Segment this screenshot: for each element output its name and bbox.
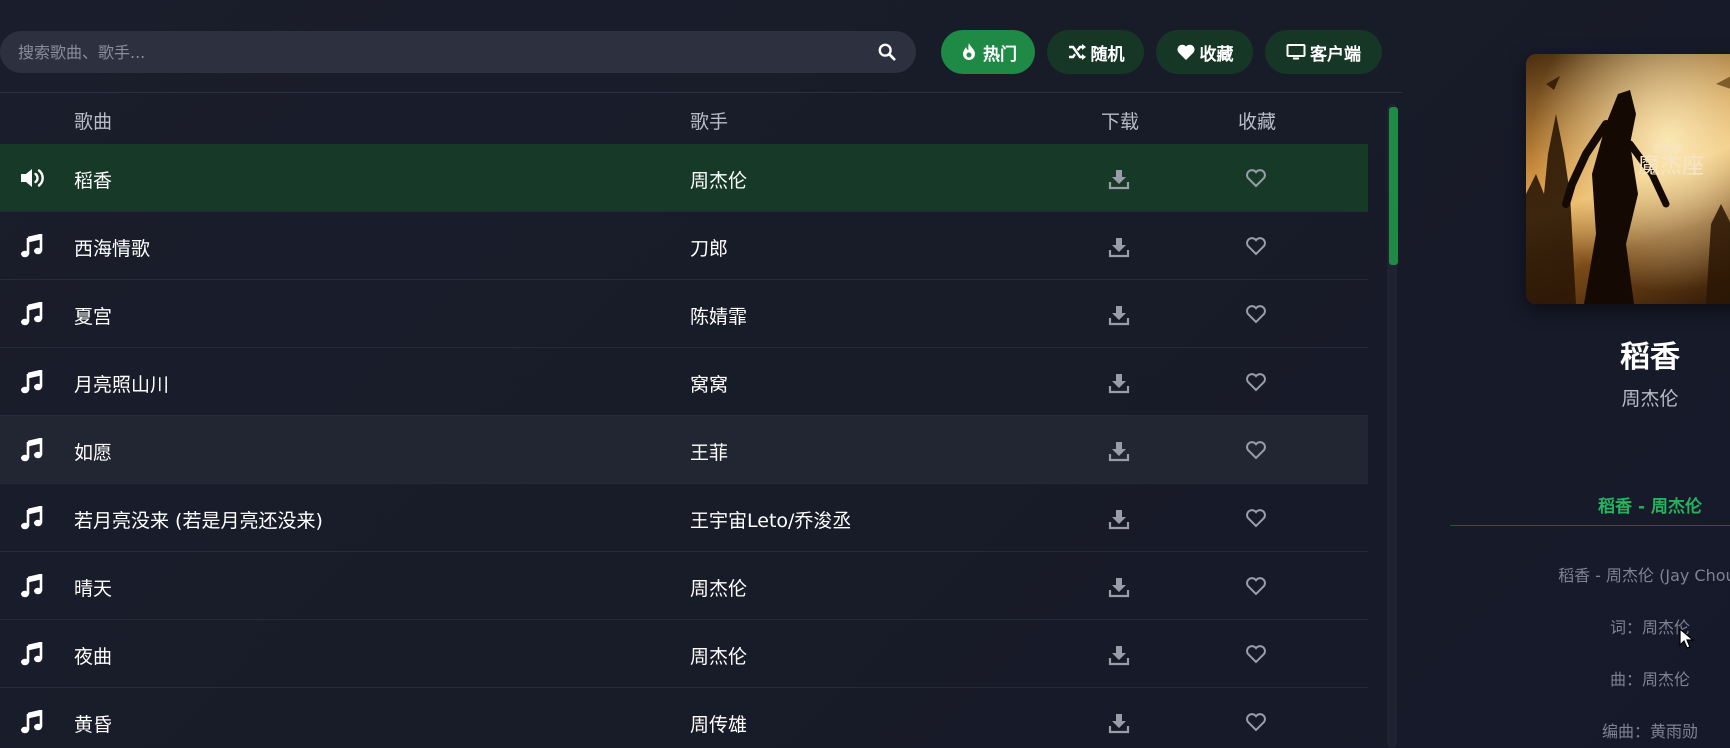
lyrics-heading: 稻香 - 周杰伦 bbox=[1598, 497, 1702, 517]
heart-outline-icon[interactable] bbox=[1245, 508, 1267, 528]
music-app: 热门 随机 收藏 客户端 bbox=[0, 0, 1730, 748]
heart-outline-icon[interactable] bbox=[1245, 236, 1267, 256]
column-header-song: 歌曲 bbox=[74, 111, 113, 133]
top-bar: 热门 随机 收藏 客户端 bbox=[0, 0, 1402, 93]
music-note-icon[interactable] bbox=[19, 438, 47, 462]
download-icon[interactable] bbox=[1108, 508, 1130, 530]
column-header-artist: 歌手 bbox=[690, 111, 729, 133]
song-title[interactable]: 夏宫 bbox=[74, 302, 112, 329]
table-row[interactable]: 如愿 王菲 bbox=[0, 416, 1368, 484]
scrollbar-thumb[interactable] bbox=[1389, 107, 1398, 265]
mouse-cursor-icon bbox=[1679, 628, 1695, 649]
column-header-favorite: 收藏 bbox=[1238, 111, 1277, 133]
table-row[interactable]: 夜曲 周杰伦 bbox=[0, 620, 1368, 688]
shuffle-button[interactable]: 随机 bbox=[1047, 30, 1144, 74]
speaker-icon bbox=[19, 166, 47, 190]
song-artist[interactable]: 周杰伦 bbox=[690, 166, 747, 193]
song-title[interactable]: 若月亮没来 (若是月亮还没来) bbox=[74, 506, 323, 533]
heart-outline-icon[interactable] bbox=[1245, 168, 1267, 188]
now-playing-title: 稻香 bbox=[1620, 340, 1680, 375]
hot-button[interactable]: 热门 bbox=[941, 30, 1035, 74]
heart-outline-icon[interactable] bbox=[1245, 372, 1267, 392]
now-playing-artist: 周杰伦 bbox=[1621, 388, 1679, 410]
monitor-icon bbox=[1286, 42, 1306, 62]
heart-outline-icon[interactable] bbox=[1245, 304, 1267, 324]
search-box bbox=[0, 31, 916, 73]
heart-outline-icon[interactable] bbox=[1245, 576, 1267, 596]
download-icon[interactable] bbox=[1108, 712, 1130, 734]
download-icon[interactable] bbox=[1108, 644, 1130, 666]
table-row[interactable]: 月亮照山川 窝窝 bbox=[0, 348, 1368, 416]
heart-outline-icon[interactable] bbox=[1245, 644, 1267, 664]
shuffle-button-label: 随机 bbox=[1090, 44, 1125, 65]
song-table: 歌曲 歌手 下载 收藏 稻香 周杰伦 西海情歌 刀郎 夏宫 陈婧霏 月亮照山川 … bbox=[0, 93, 1368, 748]
song-artist[interactable]: 刀郎 bbox=[690, 234, 728, 261]
music-note-icon[interactable] bbox=[19, 574, 47, 598]
download-icon[interactable] bbox=[1108, 576, 1130, 598]
table-row[interactable]: 晴天 周杰伦 bbox=[0, 552, 1368, 620]
client-button-label: 客户端 bbox=[1310, 44, 1361, 65]
song-artist[interactable]: 窝窝 bbox=[690, 370, 728, 397]
search-icon[interactable] bbox=[878, 43, 896, 61]
table-row[interactable]: 夏宫 陈婧霏 bbox=[0, 280, 1368, 348]
download-icon[interactable] bbox=[1108, 168, 1130, 190]
lyric-line: 稻香 - 周杰伦 (Jay Chou) bbox=[1558, 566, 1730, 585]
table-row[interactable]: 若月亮没来 (若是月亮还没来) 王宇宙Leto/乔浚丞 bbox=[0, 484, 1368, 552]
music-note-icon[interactable] bbox=[19, 370, 47, 394]
song-title[interactable]: 稻香 bbox=[74, 166, 112, 193]
table-header: 歌曲 歌手 下载 收藏 bbox=[0, 93, 1368, 144]
lyric-line: 编曲：黄雨勋 bbox=[1601, 722, 1698, 741]
music-note-icon[interactable] bbox=[19, 506, 47, 530]
album-cover-art bbox=[1526, 54, 1730, 304]
cover-album-title: 魔杰座 bbox=[1638, 154, 1705, 179]
heart-outline-icon[interactable] bbox=[1245, 440, 1267, 460]
music-note-icon[interactable] bbox=[19, 302, 47, 326]
song-title[interactable]: 西海情歌 bbox=[74, 234, 150, 261]
download-icon[interactable] bbox=[1108, 304, 1130, 326]
song-artist[interactable]: 周杰伦 bbox=[690, 574, 747, 601]
album-cover: 周杰倫 JAY 魔杰座 bbox=[1526, 54, 1730, 304]
table-row[interactable]: 黄昏 周传雄 bbox=[0, 688, 1368, 748]
hot-button-label: 热门 bbox=[983, 44, 1017, 65]
song-title[interactable]: 晴天 bbox=[74, 574, 112, 601]
download-icon[interactable] bbox=[1108, 236, 1130, 258]
column-header-download: 下载 bbox=[1101, 111, 1140, 133]
client-button[interactable]: 客户端 bbox=[1265, 30, 1382, 74]
table-row[interactable]: 西海情歌 刀郎 bbox=[0, 212, 1368, 280]
song-list-pane: 热门 随机 收藏 客户端 bbox=[0, 0, 1402, 748]
heart-icon bbox=[1176, 42, 1196, 62]
song-title[interactable]: 如愿 bbox=[74, 438, 112, 465]
fire-icon bbox=[959, 42, 979, 62]
shuffle-icon bbox=[1067, 42, 1087, 62]
lyric-line: 曲：周杰伦 bbox=[1609, 670, 1690, 689]
music-note-icon[interactable] bbox=[19, 642, 47, 666]
heart-outline-icon[interactable] bbox=[1245, 712, 1267, 732]
search-input[interactable] bbox=[18, 31, 868, 73]
song-artist[interactable]: 陈婧霏 bbox=[690, 302, 747, 329]
table-row[interactable]: 稻香 周杰伦 bbox=[0, 144, 1368, 212]
music-note-icon[interactable] bbox=[19, 710, 47, 734]
favorites-button-label: 收藏 bbox=[1199, 44, 1234, 65]
download-icon[interactable] bbox=[1108, 440, 1130, 462]
lyrics-divider bbox=[1450, 525, 1730, 526]
song-title[interactable]: 夜曲 bbox=[74, 642, 112, 669]
music-note-icon[interactable] bbox=[19, 234, 47, 258]
song-artist[interactable]: 王宇宙Leto/乔浚丞 bbox=[690, 506, 851, 533]
favorites-button[interactable]: 收藏 bbox=[1156, 30, 1253, 74]
song-artist[interactable]: 周传雄 bbox=[690, 710, 747, 737]
download-icon[interactable] bbox=[1108, 372, 1130, 394]
song-title[interactable]: 月亮照山川 bbox=[74, 370, 169, 397]
song-title[interactable]: 黄昏 bbox=[74, 710, 112, 737]
song-artist[interactable]: 王菲 bbox=[690, 438, 728, 465]
song-artist[interactable]: 周杰伦 bbox=[690, 642, 747, 669]
